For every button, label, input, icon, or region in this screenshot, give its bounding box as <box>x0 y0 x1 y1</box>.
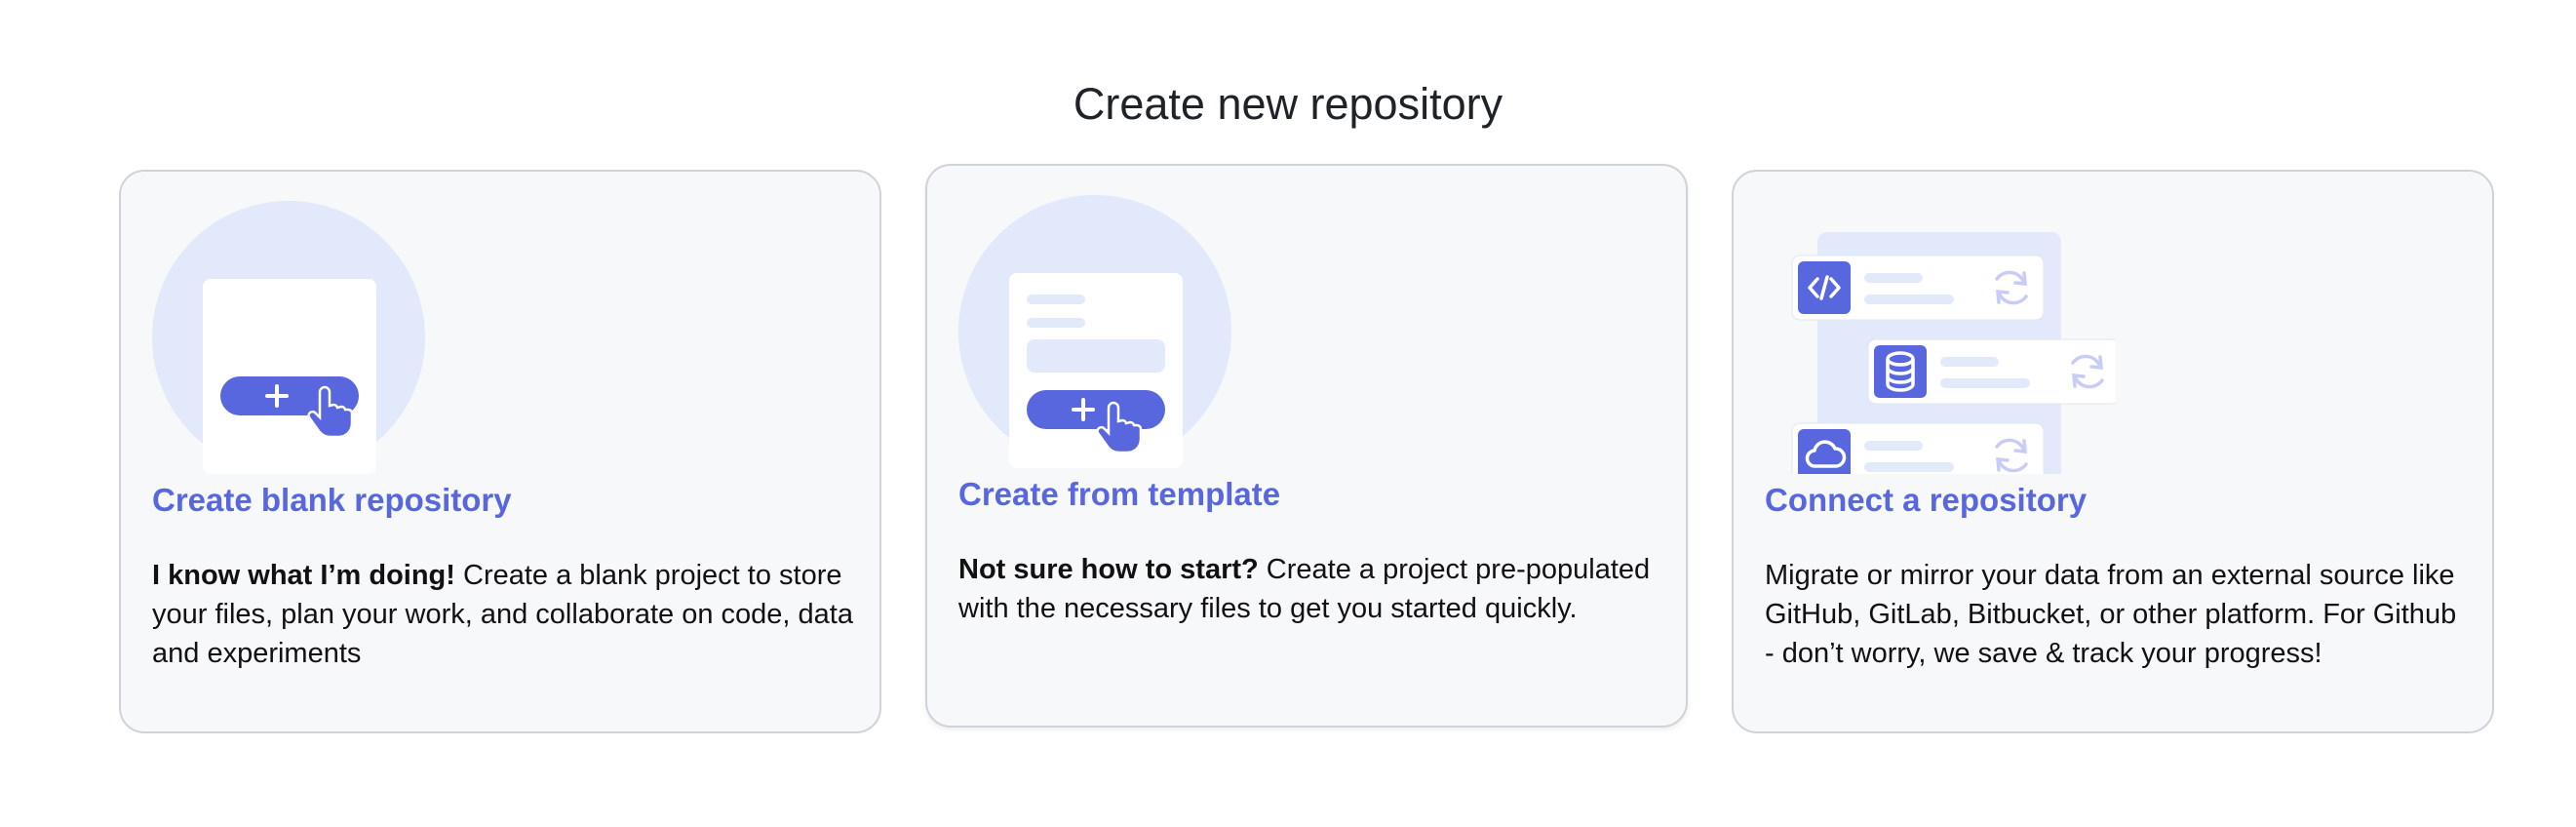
card-title: Connect a repository <box>1765 482 2088 518</box>
card-description: Not sure how to start? Create a project … <box>958 550 1660 628</box>
connect-illustration <box>1791 232 2116 474</box>
create-from-template-card[interactable]: Create from template Not sure how to sta… <box>925 164 1688 728</box>
connect-repository-card[interactable]: Connect a repository Migrate or mirror y… <box>1732 170 2494 733</box>
create-blank-repository-card[interactable]: Create blank repository I know what I’m … <box>119 170 881 733</box>
card-description: I know what I’m doing! Create a blank pr… <box>152 556 854 673</box>
template-illustration <box>958 195 1231 468</box>
card-description-body: Migrate or mirror your data from an exte… <box>1765 560 2457 669</box>
card-description-lead: I know what I’m doing! <box>152 560 455 591</box>
create-repository-page: Create new repository Create blank repos… <box>0 0 2576 827</box>
card-title: Create from template <box>958 476 1281 512</box>
blank-repo-illustration <box>152 201 425 474</box>
page-title: Create new repository <box>1073 79 1503 129</box>
add-button-graphic <box>1027 390 1165 429</box>
card-description-lead: Not sure how to start? <box>958 554 1259 585</box>
card-description: Migrate or mirror your data from an exte… <box>1765 556 2467 673</box>
card-title: Create blank repository <box>152 482 512 518</box>
